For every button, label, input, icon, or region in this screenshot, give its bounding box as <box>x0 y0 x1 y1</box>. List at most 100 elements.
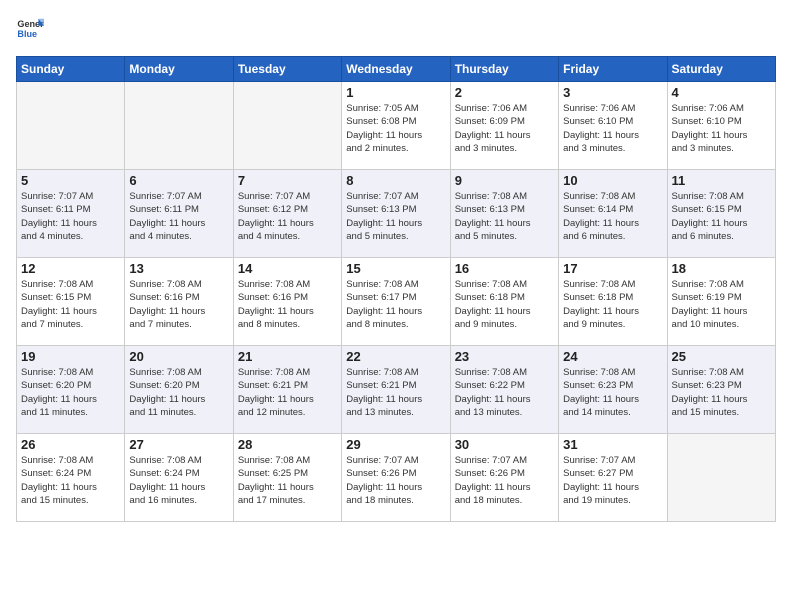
day-number: 16 <box>455 261 554 276</box>
day-info: Sunrise: 7:08 AM Sunset: 6:15 PM Dayligh… <box>672 190 771 243</box>
day-number: 29 <box>346 437 445 452</box>
day-info: Sunrise: 7:08 AM Sunset: 6:23 PM Dayligh… <box>563 366 662 419</box>
calendar-cell: 4 Sunrise: 7:06 AM Sunset: 6:10 PM Daylig… <box>667 82 775 170</box>
day-number: 25 <box>672 349 771 364</box>
calendar-cell: 31Sunrise: 7:07 AM Sunset: 6:27 PM Dayli… <box>559 434 667 522</box>
day-number: 24 <box>563 349 662 364</box>
day-info: Sunrise: 7:08 AM Sunset: 6:13 PM Dayligh… <box>455 190 554 243</box>
day-number: 22 <box>346 349 445 364</box>
calendar-cell <box>17 82 125 170</box>
day-number: 12 <box>21 261 120 276</box>
calendar-cell: 2 Sunrise: 7:06 AM Sunset: 6:09 PM Daylig… <box>450 82 558 170</box>
calendar-cell: 22 Sunrise: 7:08 AM Sunset: 6:21 PM Dayli… <box>342 346 450 434</box>
calendar-cell: 9 Sunrise: 7:08 AM Sunset: 6:13 PM Daylig… <box>450 170 558 258</box>
day-info: Sunrise: 7:06 AM Sunset: 6:10 PM Dayligh… <box>672 102 771 155</box>
day-info: Sunrise: 7:08 AM Sunset: 6:23 PM Dayligh… <box>672 366 771 419</box>
calendar-week-4: 19Sunrise: 7:08 AM Sunset: 6:20 PM Dayli… <box>17 346 776 434</box>
calendar-week-3: 12 Sunrise: 7:08 AM Sunset: 6:15 PM Dayli… <box>17 258 776 346</box>
day-number: 2 <box>455 85 554 100</box>
calendar-week-2: 5 Sunrise: 7:07 AM Sunset: 6:11 PM Daylig… <box>17 170 776 258</box>
day-number: 15 <box>346 261 445 276</box>
day-number: 30 <box>455 437 554 452</box>
calendar-cell: 7Sunrise: 7:07 AM Sunset: 6:12 PM Daylig… <box>233 170 341 258</box>
calendar-cell <box>125 82 233 170</box>
column-header-friday: Friday <box>559 57 667 82</box>
day-info: Sunrise: 7:08 AM Sunset: 6:15 PM Dayligh… <box>21 278 120 331</box>
calendar-cell: 15 Sunrise: 7:08 AM Sunset: 6:17 PM Dayli… <box>342 258 450 346</box>
day-info: Sunrise: 7:08 AM Sunset: 6:16 PM Dayligh… <box>238 278 337 331</box>
day-number: 9 <box>455 173 554 188</box>
calendar-cell: 16 Sunrise: 7:08 AM Sunset: 6:18 PM Dayli… <box>450 258 558 346</box>
day-info: Sunrise: 7:06 AM Sunset: 6:10 PM Dayligh… <box>563 102 662 155</box>
day-number: 1 <box>346 85 445 100</box>
day-number: 5 <box>21 173 120 188</box>
day-number: 3 <box>563 85 662 100</box>
day-info: Sunrise: 7:08 AM Sunset: 6:17 PM Dayligh… <box>346 278 445 331</box>
day-info: Sunrise: 7:05 AM Sunset: 6:08 PM Dayligh… <box>346 102 445 155</box>
logo: General Blue <box>16 16 44 44</box>
day-info: Sunrise: 7:07 AM Sunset: 6:11 PM Dayligh… <box>21 190 120 243</box>
calendar-header-row: SundayMondayTuesdayWednesdayThursdayFrid… <box>17 57 776 82</box>
calendar-cell: 3 Sunrise: 7:06 AM Sunset: 6:10 PM Daylig… <box>559 82 667 170</box>
calendar-cell: 18 Sunrise: 7:08 AM Sunset: 6:19 PM Dayli… <box>667 258 775 346</box>
day-info: Sunrise: 7:07 AM Sunset: 6:26 PM Dayligh… <box>346 454 445 507</box>
calendar-cell: 29 Sunrise: 7:07 AM Sunset: 6:26 PM Dayli… <box>342 434 450 522</box>
calendar-cell: 8 Sunrise: 7:07 AM Sunset: 6:13 PM Daylig… <box>342 170 450 258</box>
day-info: Sunrise: 7:08 AM Sunset: 6:18 PM Dayligh… <box>563 278 662 331</box>
day-info: Sunrise: 7:07 AM Sunset: 6:11 PM Dayligh… <box>129 190 228 243</box>
day-number: 14 <box>238 261 337 276</box>
calendar-cell: 24 Sunrise: 7:08 AM Sunset: 6:23 PM Dayli… <box>559 346 667 434</box>
calendar-cell: 20Sunrise: 7:08 AM Sunset: 6:20 PM Dayli… <box>125 346 233 434</box>
day-info: Sunrise: 7:08 AM Sunset: 6:19 PM Dayligh… <box>672 278 771 331</box>
day-number: 28 <box>238 437 337 452</box>
calendar-cell: 6 Sunrise: 7:07 AM Sunset: 6:11 PM Daylig… <box>125 170 233 258</box>
calendar-week-5: 26 Sunrise: 7:08 AM Sunset: 6:24 PM Dayli… <box>17 434 776 522</box>
calendar-cell: 27 Sunrise: 7:08 AM Sunset: 6:24 PM Dayli… <box>125 434 233 522</box>
day-info: Sunrise: 7:08 AM Sunset: 6:22 PM Dayligh… <box>455 366 554 419</box>
day-number: 8 <box>346 173 445 188</box>
day-number: 21 <box>238 349 337 364</box>
calendar-cell: 5 Sunrise: 7:07 AM Sunset: 6:11 PM Daylig… <box>17 170 125 258</box>
logo-icon: General Blue <box>16 16 44 44</box>
column-header-monday: Monday <box>125 57 233 82</box>
calendar: SundayMondayTuesdayWednesdayThursdayFrid… <box>16 56 776 522</box>
calendar-cell: 11 Sunrise: 7:08 AM Sunset: 6:15 PM Dayli… <box>667 170 775 258</box>
page-header: General Blue <box>16 16 776 44</box>
calendar-cell: 23 Sunrise: 7:08 AM Sunset: 6:22 PM Dayli… <box>450 346 558 434</box>
calendar-cell: 28 Sunrise: 7:08 AM Sunset: 6:25 PM Dayli… <box>233 434 341 522</box>
calendar-cell <box>233 82 341 170</box>
day-number: 6 <box>129 173 228 188</box>
day-info: Sunrise: 7:08 AM Sunset: 6:21 PM Dayligh… <box>346 366 445 419</box>
day-info: Sunrise: 7:08 AM Sunset: 6:24 PM Dayligh… <box>129 454 228 507</box>
day-number: 7 <box>238 173 337 188</box>
day-number: 13 <box>129 261 228 276</box>
calendar-cell: 19Sunrise: 7:08 AM Sunset: 6:20 PM Dayli… <box>17 346 125 434</box>
day-number: 23 <box>455 349 554 364</box>
day-info: Sunrise: 7:08 AM Sunset: 6:25 PM Dayligh… <box>238 454 337 507</box>
day-info: Sunrise: 7:07 AM Sunset: 6:27 PM Dayligh… <box>563 454 662 507</box>
day-number: 11 <box>672 173 771 188</box>
calendar-cell: 13Sunrise: 7:08 AM Sunset: 6:16 PM Dayli… <box>125 258 233 346</box>
column-header-sunday: Sunday <box>17 57 125 82</box>
calendar-cell: 17 Sunrise: 7:08 AM Sunset: 6:18 PM Dayli… <box>559 258 667 346</box>
day-number: 19 <box>21 349 120 364</box>
day-number: 4 <box>672 85 771 100</box>
calendar-cell: 26 Sunrise: 7:08 AM Sunset: 6:24 PM Dayli… <box>17 434 125 522</box>
calendar-cell: 14 Sunrise: 7:08 AM Sunset: 6:16 PM Dayli… <box>233 258 341 346</box>
column-header-tuesday: Tuesday <box>233 57 341 82</box>
day-info: Sunrise: 7:08 AM Sunset: 6:24 PM Dayligh… <box>21 454 120 507</box>
day-number: 27 <box>129 437 228 452</box>
column-header-thursday: Thursday <box>450 57 558 82</box>
day-number: 18 <box>672 261 771 276</box>
calendar-cell: 12 Sunrise: 7:08 AM Sunset: 6:15 PM Dayli… <box>17 258 125 346</box>
day-info: Sunrise: 7:07 AM Sunset: 6:13 PM Dayligh… <box>346 190 445 243</box>
calendar-cell <box>667 434 775 522</box>
day-number: 26 <box>21 437 120 452</box>
svg-text:Blue: Blue <box>17 29 37 39</box>
day-info: Sunrise: 7:08 AM Sunset: 6:21 PM Dayligh… <box>238 366 337 419</box>
day-info: Sunrise: 7:06 AM Sunset: 6:09 PM Dayligh… <box>455 102 554 155</box>
day-number: 17 <box>563 261 662 276</box>
day-info: Sunrise: 7:07 AM Sunset: 6:26 PM Dayligh… <box>455 454 554 507</box>
day-info: Sunrise: 7:08 AM Sunset: 6:18 PM Dayligh… <box>455 278 554 331</box>
calendar-cell: 25 Sunrise: 7:08 AM Sunset: 6:23 PM Dayli… <box>667 346 775 434</box>
